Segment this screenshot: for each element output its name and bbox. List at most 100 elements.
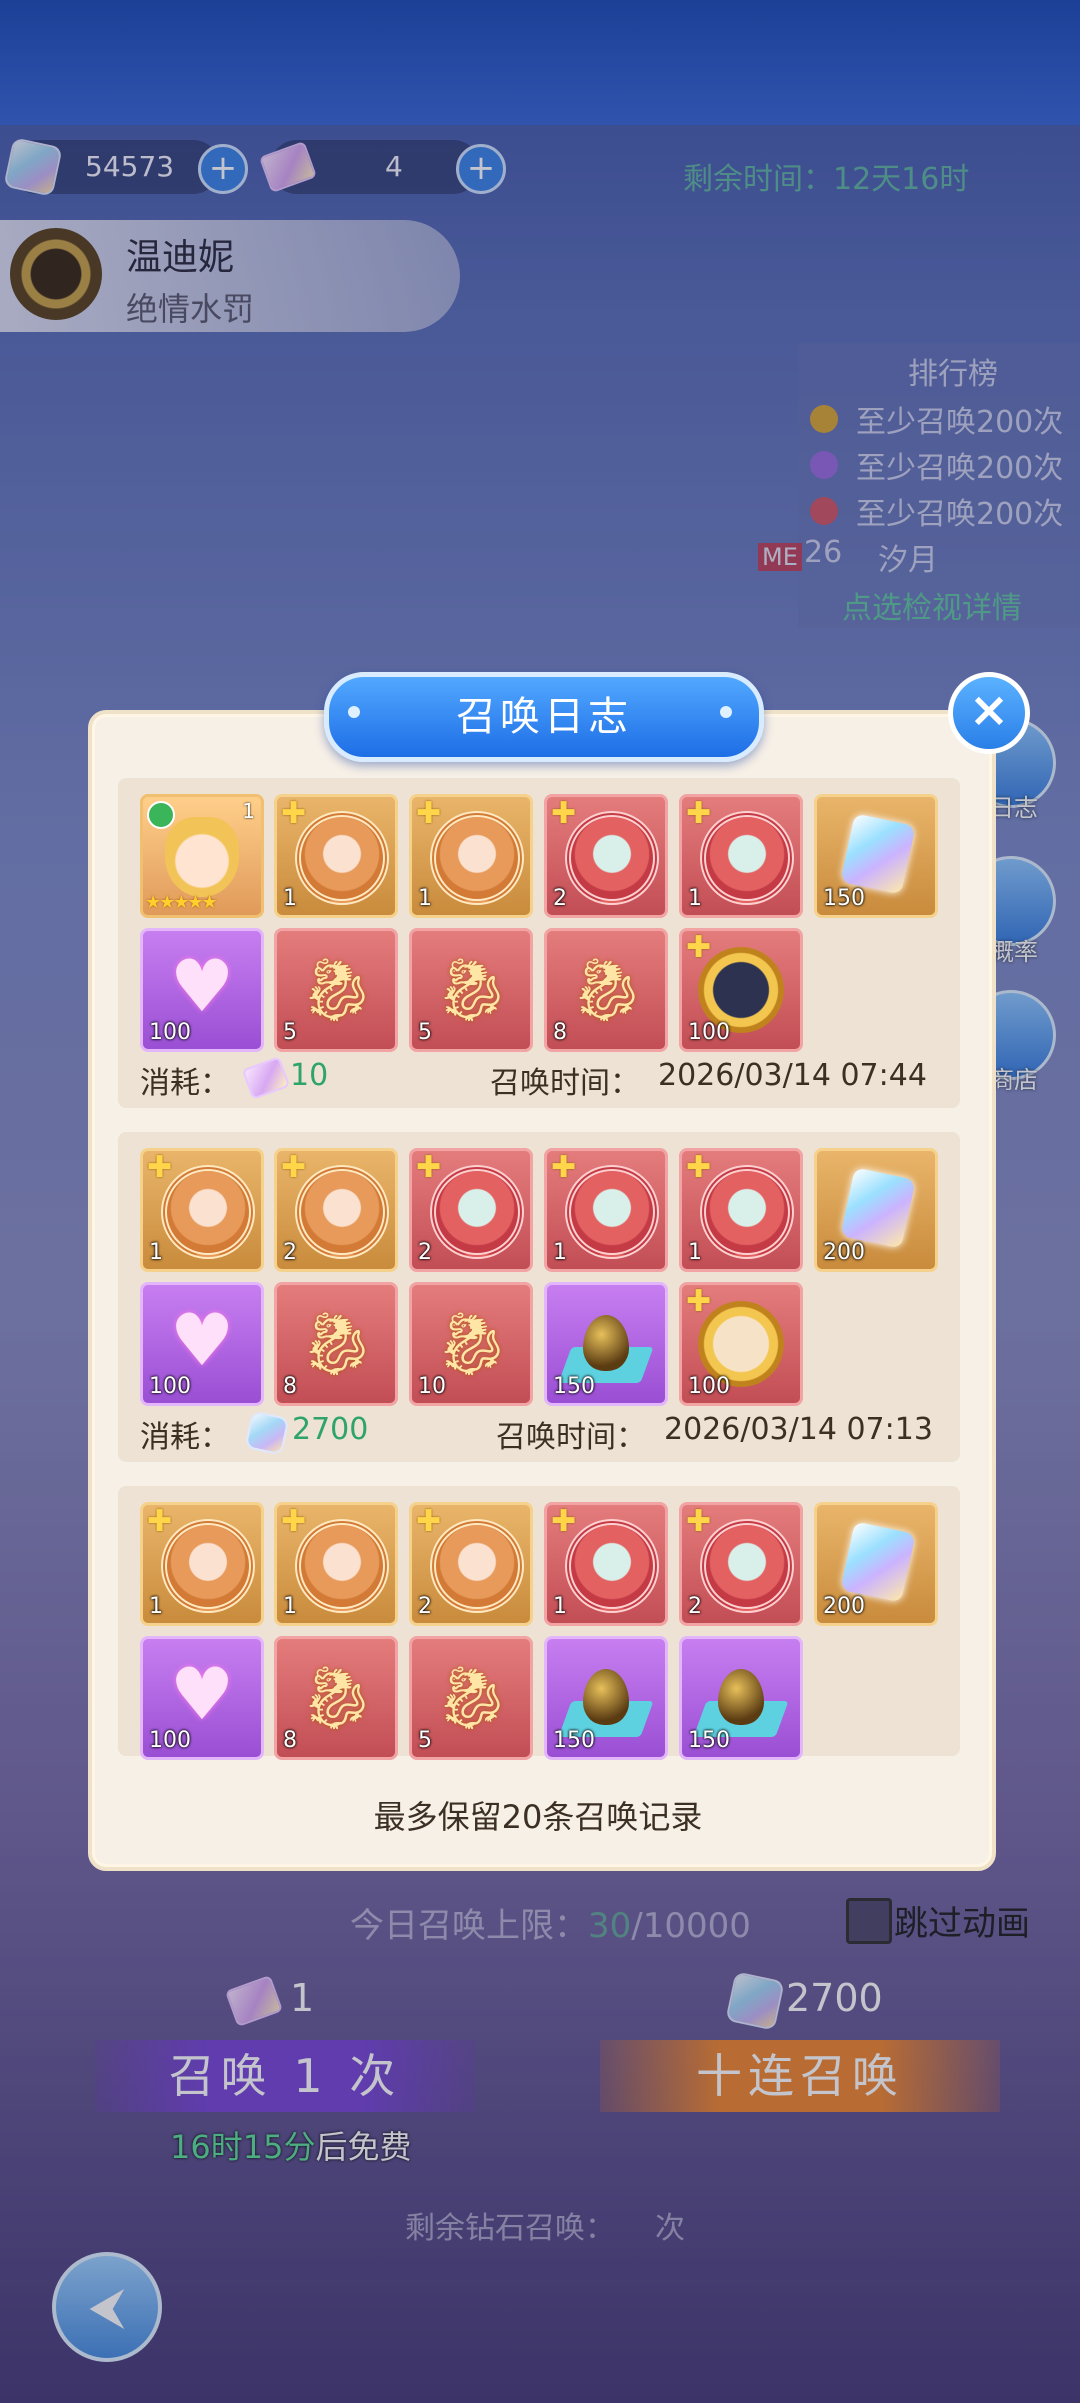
item-count: 100 [149,1020,191,1045]
item-count: 1 [149,1240,163,1265]
item-count: 100 [149,1374,191,1399]
title-ornament-right [720,706,732,718]
reward-item-crystal[interactable]: 200 [814,1148,938,1272]
reward-item-crystal[interactable]: 200 [814,1502,938,1626]
item-count: 2 [553,886,567,911]
star-rating: ★★★★★ [145,892,218,913]
reward-item-dragon[interactable]: 🐉︎ 5 [409,928,533,1052]
hero-portrait [165,817,239,897]
reward-item-dragon[interactable]: 🐉︎ 5 [274,928,398,1052]
dialog-title: 召唤日志 [324,672,764,762]
puzzle-piece-icon: ✚ [551,1150,577,1185]
reward-item-gold[interactable]: ✚ 1 [140,1148,264,1272]
item-count: 200 [823,1594,865,1619]
reward-item-red[interactable]: ✚ 1 [544,1502,668,1626]
element-icon [147,801,175,829]
item-count: 5 [418,1020,432,1045]
reward-item-heart[interactable]: ♥ 100 [140,1636,264,1760]
cost-label: 消耗： [140,1420,230,1455]
reward-item-gold[interactable]: ✚ 1 [140,1502,264,1626]
item-count: 2 [283,1240,297,1265]
item-count: 200 [823,1240,865,1265]
cost-label: 消耗： [140,1066,230,1101]
dragon-icon: 🐉︎ [567,953,647,1026]
reward-item-dragon[interactable]: 🐉︎ 8 [544,928,668,1052]
item-count: 1 [418,886,432,911]
dragon-icon: 🐉︎ [432,1307,512,1380]
crystal-icon [840,1521,916,1603]
dragon-icon: 🐉︎ [297,1661,377,1734]
item-count: 8 [283,1374,297,1399]
puzzle-piece-icon: ✚ [416,1150,442,1185]
item-count: 150 [553,1728,595,1753]
item-count: 1 [283,1594,297,1619]
reward-item-dragon[interactable]: 🐉︎ 10 [409,1282,533,1406]
reward-item-heart[interactable]: ♥ 100 [140,1282,264,1406]
puzzle-piece-icon: ✚ [416,796,442,831]
puzzle-piece-icon: ✚ [686,930,712,965]
item-count: 150 [553,1374,595,1399]
item-count: 100 [149,1728,191,1753]
reward-item-medallion[interactable]: ✚ 100 [679,1282,803,1406]
cost-amount: 2700 [292,1412,369,1447]
item-count: 5 [283,1020,297,1045]
puzzle-piece-icon: ✚ [281,796,307,831]
summon-time: 2026/03/14 07:13 [664,1412,933,1447]
reward-item-crystal[interactable]: 150 [814,794,938,918]
item-count: 5 [418,1728,432,1753]
reward-item-gold[interactable]: ✚ 2 [409,1502,533,1626]
item-count: 2 [418,1240,432,1265]
reward-item-medallion[interactable]: ✚ 100 [679,928,803,1052]
egg-icon [558,1311,654,1383]
reward-item-portrait[interactable]: 1 ★★★★★ [140,794,264,918]
summon-time: 2026/03/14 07:44 [658,1058,927,1093]
close-button[interactable]: × [948,672,1030,754]
item-count: 8 [283,1728,297,1753]
hero-level: 1 [242,799,255,823]
record-limit-note: 最多保留20条召唤记录 [373,1798,703,1836]
reward-item-dragon[interactable]: 🐉︎ 5 [409,1636,533,1760]
puzzle-piece-icon: ✚ [416,1504,442,1539]
reward-item-red[interactable]: ✚ 1 [544,1148,668,1272]
egg-icon [558,1665,654,1737]
item-count: 8 [553,1020,567,1045]
item-count: 1 [688,886,702,911]
reward-item-dragon[interactable]: 🐉︎ 8 [274,1282,398,1406]
item-count: 2 [418,1594,432,1619]
puzzle-piece-icon: ✚ [686,796,712,831]
crystal-icon [840,1167,916,1249]
puzzle-piece-icon: ✚ [281,1504,307,1539]
reward-item-gold[interactable]: ✚ 1 [274,794,398,918]
puzzle-piece-icon: ✚ [147,1504,173,1539]
item-count: 150 [823,886,865,911]
puzzle-piece-icon: ✚ [686,1150,712,1185]
reward-item-dragon[interactable]: 🐉︎ 8 [274,1636,398,1760]
reward-item-egg[interactable]: 150 [679,1636,803,1760]
heart-gem-icon: ♥ [169,944,235,1028]
puzzle-piece-icon: ✚ [147,1150,173,1185]
dragon-icon: 🐉︎ [432,1661,512,1734]
item-count: 150 [688,1728,730,1753]
egg-icon [693,1665,789,1737]
puzzle-piece-icon: ✚ [686,1284,712,1319]
reward-item-gold[interactable]: ✚ 1 [409,794,533,918]
item-count: 1 [553,1594,567,1619]
reward-item-red[interactable]: ✚ 1 [679,794,803,918]
item-count: 1 [149,1594,163,1619]
reward-item-heart[interactable]: ♥ 100 [140,928,264,1052]
reward-item-red[interactable]: ✚ 1 [679,1148,803,1272]
reward-item-egg[interactable]: 150 [544,1636,668,1760]
heart-gem-icon: ♥ [169,1652,235,1736]
reward-item-gold[interactable]: ✚ 1 [274,1502,398,1626]
item-count: 1 [283,886,297,911]
puzzle-piece-icon: ✚ [281,1150,307,1185]
item-count: 100 [688,1020,730,1045]
puzzle-piece-icon: ✚ [551,796,577,831]
item-count: 10 [418,1374,446,1399]
reward-item-red[interactable]: ✚ 2 [679,1502,803,1626]
crystal-icon [840,813,916,895]
reward-item-gold[interactable]: ✚ 2 [274,1148,398,1272]
reward-item-egg[interactable]: 150 [544,1282,668,1406]
reward-item-red[interactable]: ✚ 2 [544,794,668,918]
reward-item-red[interactable]: ✚ 2 [409,1148,533,1272]
